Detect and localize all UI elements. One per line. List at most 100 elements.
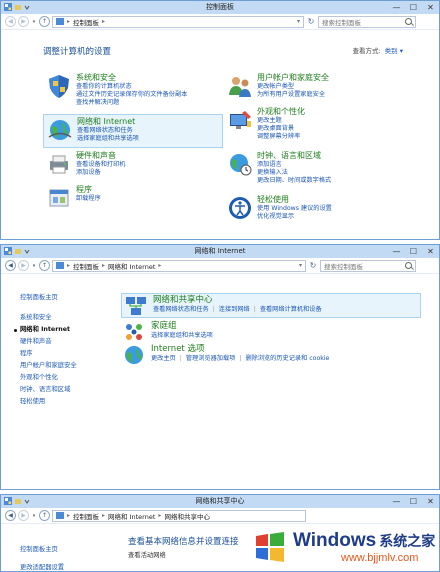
category-title[interactable]: 用户帐户和家庭安全 — [257, 73, 329, 83]
recent-pages-chevron-icon[interactable]: ▾ — [31, 513, 37, 519]
refresh-icon[interactable]: ↻ — [306, 17, 316, 26]
breadcrumb-chevron-icon[interactable]: ▸ — [158, 512, 161, 519]
maximize-button[interactable]: ☐ — [409, 1, 418, 14]
section-title[interactable]: 网络和共享中心 — [153, 295, 322, 305]
back-button[interactable]: ◀ — [5, 16, 16, 27]
category-link[interactable]: 更改主题 — [257, 117, 305, 125]
search-icon[interactable] — [405, 262, 412, 269]
title-bar[interactable]: 网络和 Internet — ☐ ✕ — [1, 245, 439, 258]
quick-access-toolbar-icon[interactable] — [14, 498, 32, 505]
breadcrumb-chevron-icon[interactable]: ▸ — [102, 18, 105, 25]
category-appearance: 外观和个性化 更改主题 更改桌面背景 调整屏幕分辨率 — [227, 107, 305, 141]
back-button[interactable]: ◀ — [5, 260, 16, 271]
search-icon[interactable] — [405, 18, 412, 25]
view-by-dropdown[interactable]: 类别 ▾ — [385, 45, 403, 55]
title-bar[interactable]: 网络和共享中心 — ☐ ✕ — [1, 495, 439, 508]
category-link[interactable]: 更换输入法 — [257, 169, 331, 177]
category-title[interactable]: 外观和个性化 — [257, 107, 305, 117]
category-title[interactable]: 程序 — [76, 185, 101, 195]
sidebar-item-appearance[interactable]: 外观和个性化 — [20, 372, 77, 384]
breadcrumb-chevron-icon[interactable]: ▸ — [158, 262, 161, 269]
close-button[interactable]: ✕ — [426, 1, 435, 14]
category-link[interactable]: 为所有用户设置家庭安全 — [257, 91, 329, 99]
sidebar-item-home[interactable]: 控制面板主页 — [20, 292, 77, 304]
section-link[interactable]: 管理浏览器加载项 — [186, 354, 236, 363]
sidebar-item-clock-language[interactable]: 时钟、语言和区域 — [20, 384, 77, 396]
title-bar[interactable]: 控制面板 — ☐ ✕ — [1, 1, 439, 14]
section-link[interactable]: 更改主页 — [151, 354, 176, 363]
minimize-button[interactable]: — — [392, 495, 401, 508]
breadcrumb-item[interactable]: 网络和共享中心 — [164, 511, 210, 521]
category-title[interactable]: 时钟、语言和区域 — [257, 151, 331, 161]
breadcrumb-item[interactable]: 控制面板 — [73, 261, 99, 271]
category-title[interactable]: 硬件和声音 — [76, 151, 126, 161]
category-link[interactable]: 通过文件历史记录保存你的文件备份副本 — [76, 91, 187, 99]
forward-button[interactable]: ▶ — [18, 16, 29, 27]
section-link[interactable]: 选择家庭组和共享选项 — [151, 331, 213, 340]
category-title[interactable]: 系统和安全 — [76, 73, 187, 83]
quick-access-toolbar-icon[interactable] — [14, 4, 32, 11]
up-button[interactable]: ↑ — [39, 16, 50, 27]
sidebar-item-adapter-settings[interactable]: 更改适配器设置 — [20, 559, 64, 571]
address-bar[interactable]: ▸ 控制面板 ▸ ▾ — [52, 15, 304, 28]
close-button[interactable]: ✕ — [426, 245, 435, 258]
close-button[interactable]: ✕ — [426, 495, 435, 508]
sidebar-item-home[interactable]: 控制面板主页 — [20, 541, 64, 559]
maximize-button[interactable]: ☐ — [409, 495, 418, 508]
section-network-sharing-center[interactable]: 网络和共享中心 查看网络状态和任务 | 连接到网络 | 查看网络计算机和设备 — [121, 293, 421, 318]
maximize-button[interactable]: ☐ — [409, 245, 418, 258]
category-link[interactable]: 查看设备和打印机 — [76, 161, 126, 169]
address-dropdown-icon[interactable]: ▾ — [299, 262, 302, 269]
address-bar[interactable]: ▸ 控制面板 ▸ 网络和 Internet ▸ ▾ — [52, 259, 306, 272]
address-bar[interactable]: ▸ 控制面板 ▸ 网络和 Internet ▸ 网络和共享中心 — [52, 509, 306, 522]
refresh-icon[interactable]: ↻ — [308, 261, 318, 270]
section-title[interactable]: 家庭组 — [151, 321, 213, 331]
forward-button[interactable]: ▶ — [18, 260, 29, 271]
category-link[interactable]: 调整屏幕分辨率 — [257, 133, 305, 141]
breadcrumb-chevron-icon[interactable]: ▸ — [102, 512, 105, 519]
address-dropdown-icon[interactable]: ▾ — [297, 18, 300, 25]
section-link[interactable]: 查看网络状态和任务 — [153, 305, 209, 314]
search-input[interactable]: 搜索控制面板 — [318, 15, 416, 28]
section-link[interactable]: 连接到网络 — [219, 305, 250, 314]
sidebar-item-ease-of-access[interactable]: 轻松使用 — [20, 396, 77, 408]
breadcrumb-item[interactable]: 网络和 Internet — [108, 511, 155, 521]
back-button[interactable]: ◀ — [5, 510, 16, 521]
recent-pages-chevron-icon[interactable]: ▾ — [31, 19, 37, 25]
forward-button[interactable]: ▶ — [18, 510, 29, 521]
category-network-internet[interactable]: 网络和 Internet 查看网络状态和任务 选择家庭组和共享选项 — [43, 114, 223, 148]
breadcrumb-item[interactable]: 控制面板 — [73, 511, 99, 521]
section-link[interactable]: 删除浏览的历史记录和 cookie — [245, 354, 329, 363]
breadcrumb-item[interactable]: 控制面板 — [73, 17, 99, 27]
search-input[interactable]: 搜索控制面板 — [320, 259, 416, 272]
category-link[interactable]: 更改桌面背景 — [257, 125, 305, 133]
section-title[interactable]: Internet 选项 — [151, 344, 329, 354]
minimize-button[interactable]: — — [392, 245, 401, 258]
category-link[interactable]: 优化视觉显示 — [257, 213, 332, 221]
quick-access-toolbar-icon[interactable] — [14, 248, 32, 255]
category-link[interactable]: 添加语言 — [257, 161, 331, 169]
category-title[interactable]: 轻松使用 — [257, 195, 332, 205]
section-link[interactable]: 查看网络计算机和设备 — [260, 305, 322, 314]
breadcrumb-item[interactable]: 网络和 Internet — [108, 261, 155, 271]
sidebar-item-hardware-sound[interactable]: 硬件和声音 — [20, 336, 77, 348]
recent-pages-chevron-icon[interactable]: ▾ — [31, 263, 37, 269]
sidebar-item-programs[interactable]: 程序 — [20, 348, 77, 360]
up-button[interactable]: ↑ — [39, 260, 50, 271]
category-link[interactable]: 查看你的计算机状态 — [76, 83, 187, 91]
category-link[interactable]: 更改日期、时间或数字格式 — [257, 177, 331, 185]
sidebar-item-system-security[interactable]: 系统和安全 — [20, 312, 77, 324]
category-title[interactable]: 网络和 Internet — [77, 117, 139, 127]
category-link[interactable]: 选择家庭组和共享选项 — [77, 135, 139, 143]
breadcrumb-chevron-icon[interactable]: ▸ — [102, 262, 105, 269]
category-link[interactable]: 查找并解决问题 — [76, 99, 187, 107]
category-link[interactable]: 添加设备 — [76, 169, 126, 177]
minimize-button[interactable]: — — [392, 1, 401, 14]
category-link[interactable]: 使用 Windows 建议的设置 — [257, 205, 332, 213]
homegroup-icon — [126, 324, 142, 340]
sidebar-item-user-accounts[interactable]: 用户帐户和家庭安全 — [20, 360, 77, 372]
category-link[interactable]: 查看网络状态和任务 — [77, 127, 139, 135]
category-link[interactable]: 卸载程序 — [76, 195, 101, 203]
up-button[interactable]: ↑ — [39, 510, 50, 521]
category-link[interactable]: 更改帐户类型 — [257, 83, 329, 91]
